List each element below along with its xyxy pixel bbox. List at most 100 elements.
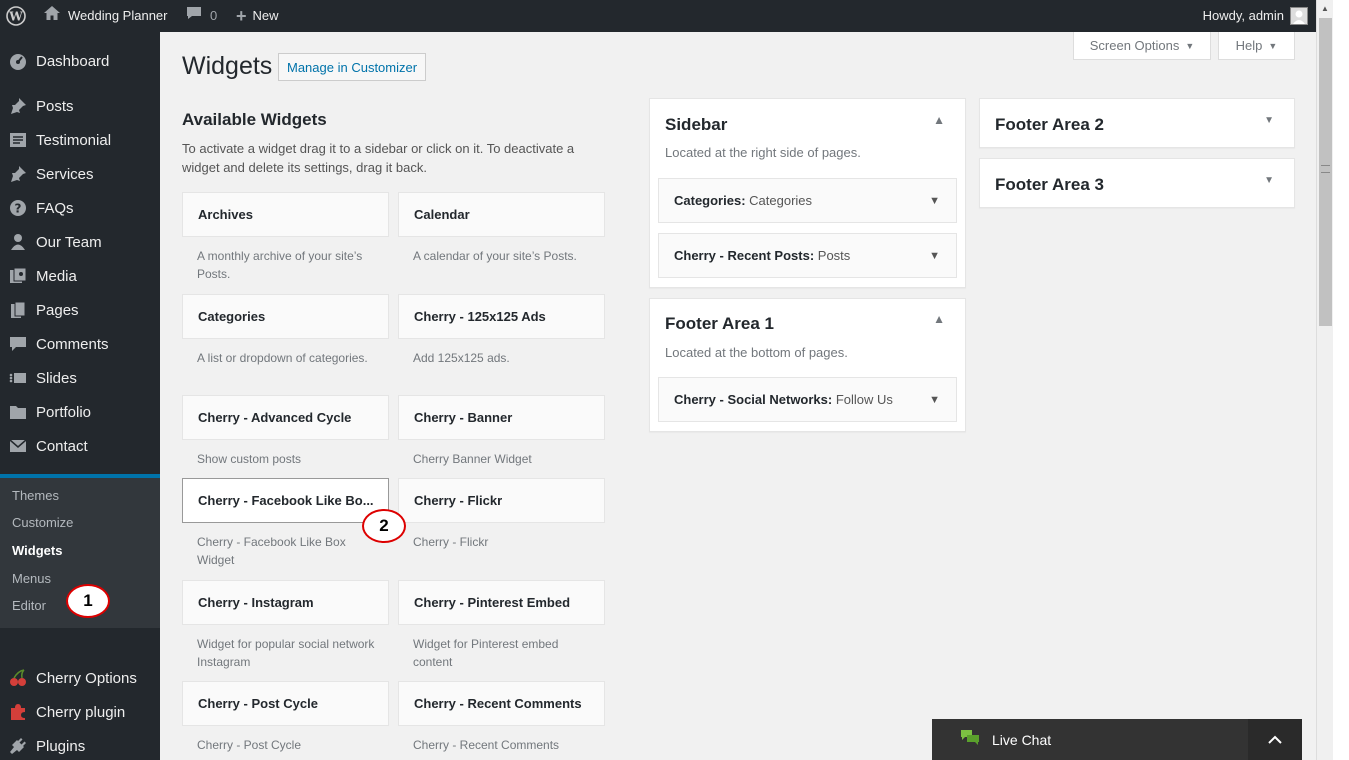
live-chat-widget[interactable]: Live Chat	[932, 719, 1302, 760]
sidebar-item-dashboard[interactable]: Dashboard	[0, 44, 160, 78]
area-title[interactable]: Footer Area 2	[995, 115, 1104, 135]
triangle-up-icon[interactable]: ▲	[933, 312, 945, 326]
comment-icon	[0, 335, 36, 353]
home-icon	[44, 0, 60, 32]
available-widget[interactable]: Cherry - Post Cycle	[182, 681, 389, 726]
comments-link[interactable]: 0	[186, 0, 217, 32]
sidebar-item-label: Posts	[36, 97, 74, 115]
widget-description: A monthly archive of your site’s Posts.	[197, 249, 363, 281]
available-widget[interactable]: Cherry - Flickr	[398, 478, 605, 523]
plus-icon: +	[236, 6, 247, 26]
puzzle-icon	[0, 703, 36, 721]
page-scrollbar[interactable]: ▲	[1316, 0, 1333, 760]
available-widget[interactable]: Cherry - Pinterest Embed	[398, 580, 605, 625]
comment-icon	[186, 0, 202, 32]
submenu-menus[interactable]: Menus	[12, 571, 51, 586]
slides-icon	[0, 369, 36, 387]
available-widgets-description: To activate a widget drag it to a sideba…	[182, 141, 575, 175]
available-widget[interactable]: Cherry - Instagram	[182, 580, 389, 625]
widget-description: Cherry Banner Widget	[413, 452, 532, 466]
widget-area-footer-1: Footer Area 1 ▲ Located at the bottom of…	[649, 298, 966, 432]
avatar	[1290, 7, 1308, 25]
available-widget[interactable]: Archives	[182, 192, 389, 237]
sidebar-item-our-team[interactable]: Our Team	[0, 225, 160, 259]
available-widget[interactable]: Categories	[182, 294, 389, 339]
site-name-link[interactable]: Wedding Planner	[44, 0, 168, 32]
widget-area-sidebar: Sidebar ▲ Located at the right side of p…	[649, 98, 966, 288]
plug-icon	[0, 737, 36, 755]
widget-description: Cherry - Recent Comments	[413, 738, 560, 752]
wordpress-logo-icon[interactable]: W	[6, 0, 28, 32]
sidebar-item-label: Services	[36, 165, 94, 183]
sidebar-item-testimonial[interactable]: Testimonial	[0, 123, 160, 157]
widget-description: Add 125x125 ads.	[413, 351, 510, 365]
sidebar-item-faqs[interactable]: ? FAQs	[0, 191, 160, 225]
list-icon	[0, 131, 36, 149]
widget-area-footer-2[interactable]: Footer Area 2 ▼	[979, 98, 1295, 148]
available-widgets-title: Available Widgets	[182, 110, 327, 129]
area-description: Located at the bottom of pages.	[665, 345, 848, 360]
help-button[interactable]: Help ▼	[1218, 32, 1295, 60]
available-widget[interactable]: Cherry - Banner	[398, 395, 605, 440]
triangle-down-icon[interactable]: ▼	[929, 195, 940, 207]
sidebar-item-pages[interactable]: Pages	[0, 293, 160, 327]
triangle-down-icon[interactable]: ▼	[1264, 175, 1274, 186]
new-label: New	[252, 8, 279, 23]
available-widget[interactable]: Cherry - Facebook Like Bo...	[182, 478, 389, 523]
sidebar-item-label: Testimonial	[36, 131, 112, 149]
sidebar-item-plugins[interactable]: Plugins	[0, 729, 160, 760]
site-name: Wedding Planner	[68, 8, 168, 23]
area-title[interactable]: Footer Area 3	[995, 175, 1104, 195]
area-widget-recent-posts[interactable]: Cherry - Recent Posts: Posts ▼	[658, 233, 957, 278]
screen-options-button[interactable]: Screen Options ▼	[1073, 32, 1211, 60]
available-widget[interactable]: Cherry - 125x125 Ads	[398, 294, 605, 339]
area-widget-social-networks[interactable]: Cherry - Social Networks: Follow Us ▼	[658, 377, 957, 422]
available-widget[interactable]: Cherry - Recent Comments	[398, 681, 605, 726]
widget-description: A list or dropdown of categories.	[197, 351, 368, 365]
sidebar-item-label: Cherry Options	[36, 669, 137, 687]
triangle-up-icon[interactable]: ▲	[933, 113, 945, 127]
submenu-widgets[interactable]: Widgets	[12, 543, 62, 558]
sidebar-item-slides[interactable]: Slides	[0, 361, 160, 395]
sidebar-item-cherry-plugin[interactable]: Cherry plugin	[0, 695, 160, 729]
pin-icon	[0, 165, 36, 183]
available-widget[interactable]: Calendar	[398, 192, 605, 237]
howdy-text: Howdy, admin	[1202, 8, 1284, 23]
sidebar-item-media[interactable]: Media	[0, 259, 160, 293]
sidebar-item-label: Slides	[36, 369, 77, 387]
widget-description: A calendar of your site’s Posts.	[413, 249, 577, 263]
widget-instance-title: Follow Us	[835, 392, 893, 407]
available-widget[interactable]: Cherry - Advanced Cycle	[182, 395, 389, 440]
sidebar-item-contact[interactable]: Contact	[0, 429, 160, 463]
submenu-themes[interactable]: Themes	[12, 488, 59, 503]
sidebar-item-portfolio[interactable]: Portfolio	[0, 395, 160, 429]
sidebar-item-comments[interactable]: Comments	[0, 327, 160, 361]
widget-area-footer-3[interactable]: Footer Area 3 ▼	[979, 158, 1295, 208]
sidebar-item-cherry-options[interactable]: Cherry Options	[0, 661, 160, 695]
new-content-link[interactable]: + New	[236, 0, 279, 32]
chevron-up-icon[interactable]	[1248, 719, 1302, 760]
window-edge	[1333, 0, 1349, 760]
widget-name: Categories:	[674, 193, 746, 208]
triangle-down-icon[interactable]: ▼	[929, 250, 940, 262]
scroll-up-arrow-icon[interactable]: ▲	[1321, 4, 1329, 13]
my-account-link[interactable]: Howdy, admin	[1203, 0, 1308, 32]
submenu-editor[interactable]: Editor	[12, 598, 46, 613]
sidebar-item-services[interactable]: Services	[0, 157, 160, 191]
triangle-down-icon[interactable]: ▼	[929, 394, 940, 406]
mail-icon	[0, 437, 36, 455]
main-content: Screen Options ▼ Help ▼ Widgets Manage i…	[160, 32, 1316, 760]
area-widget-categories[interactable]: Categories: Categories ▼	[658, 178, 957, 223]
area-title[interactable]: Footer Area 1	[665, 314, 774, 334]
submenu-customize[interactable]: Customize	[12, 515, 73, 530]
area-title[interactable]: Sidebar	[665, 115, 727, 135]
manage-in-customizer-button[interactable]: Manage in Customizer	[278, 53, 427, 81]
widget-description: Cherry - Facebook Like Box Widget	[197, 535, 346, 567]
widget-description: Widget for popular social network Instag…	[197, 637, 375, 669]
sidebar-item-label: Dashboard	[36, 52, 110, 70]
triangle-down-icon: ▼	[1268, 40, 1278, 51]
pin-icon	[0, 97, 36, 115]
area-description: Located at the right side of pages.	[665, 145, 861, 160]
triangle-down-icon[interactable]: ▼	[1264, 115, 1274, 126]
sidebar-item-posts[interactable]: Posts	[0, 89, 160, 123]
